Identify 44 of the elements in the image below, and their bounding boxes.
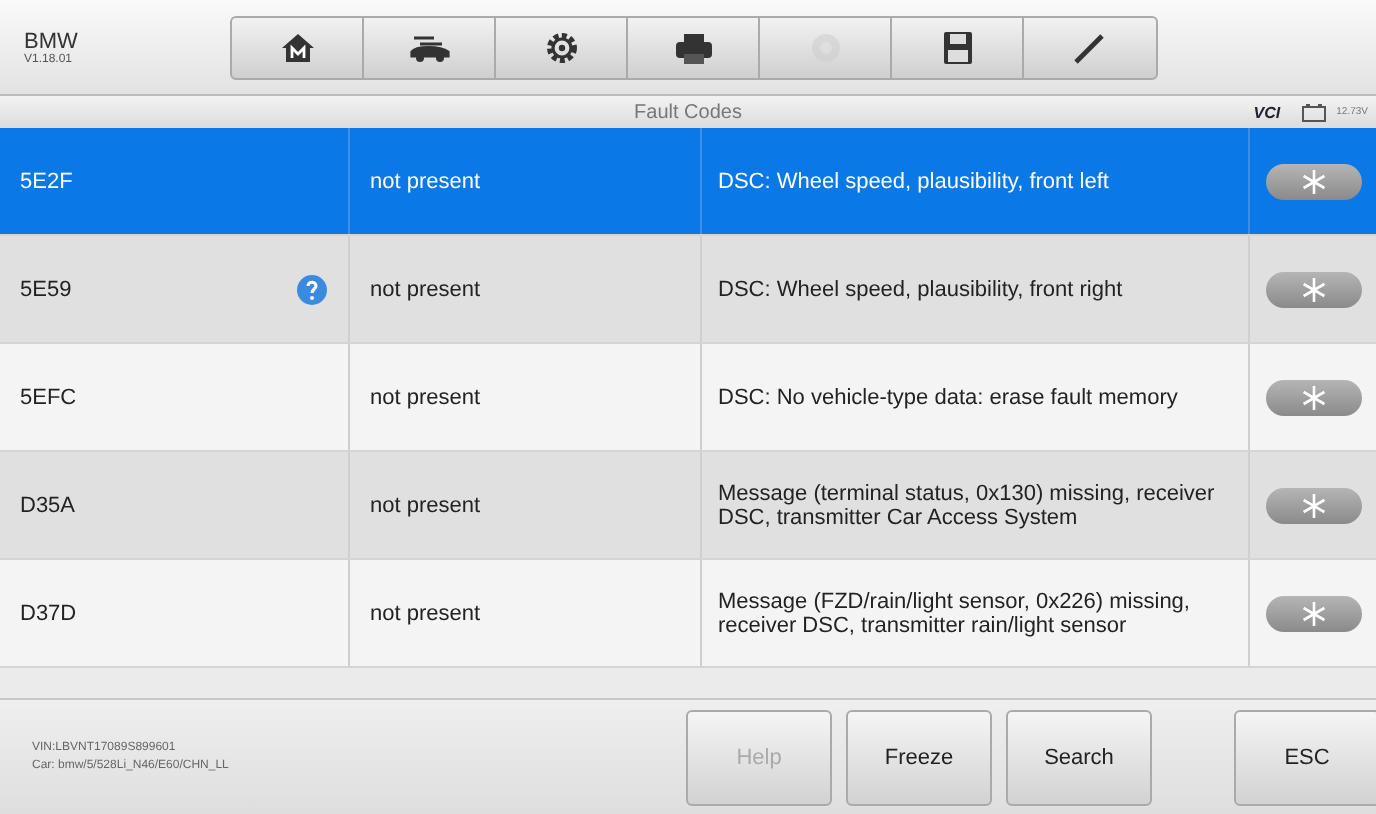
freeze-frame-button[interactable] (1265, 487, 1361, 523)
vci-label: VCI (1253, 103, 1281, 121)
fault-row[interactable]: D35A not present Message (terminal status, 0x130) missing, receiver DSC, transmitter Car Access System (0, 452, 1376, 560)
fault-code: D37D (20, 601, 77, 625)
fault-description: DSC: Wheel speed, plausibility, front right (718, 277, 1123, 301)
help-icon[interactable] (296, 273, 328, 305)
fault-code: 5E2F (20, 169, 73, 193)
fault-status: not present (370, 493, 481, 517)
freeze-frame-button[interactable] (1265, 163, 1361, 199)
fault-row[interactable]: 5E2F not present DSC: Wheel speed, plausibility, front left (0, 128, 1376, 236)
home-icon (279, 29, 315, 65)
fault-row[interactable]: 5E59 not present DSC: Wheel speed, plausibility, front right (0, 236, 1376, 344)
fault-code: D35A (20, 493, 76, 517)
fault-status: not present (370, 169, 481, 193)
freeze-frame-button[interactable] (1265, 271, 1361, 307)
fault-row[interactable]: 5EFC not present DSC: No vehicle-type data: erase fault memory (0, 344, 1376, 452)
freeze-frame-button[interactable] (1265, 379, 1361, 415)
snowflake-icon (1301, 385, 1325, 409)
fault-status: not present (370, 385, 481, 409)
battery-icon (1302, 103, 1327, 121)
page-title: Fault Codes (634, 101, 742, 123)
footer-button[interactable]: Search (1006, 709, 1152, 805)
footer-button[interactable]: ESC (1234, 709, 1376, 805)
fault-description: DSC: Wheel speed, plausibility, front left (718, 169, 1109, 193)
fault-description: Message (terminal status, 0x130) missing, receiver DSC, transmitter Car Access System (718, 481, 1217, 529)
snowflake-icon (1301, 277, 1325, 301)
settings-icon (543, 29, 579, 65)
fault-status: not present (370, 601, 481, 625)
pen-icon (1072, 29, 1108, 65)
snowflake-icon (1301, 601, 1325, 625)
save-icon (941, 29, 973, 65)
fault-code: 5E59 (20, 277, 72, 301)
disc-icon (807, 29, 843, 65)
snowflake-icon (1301, 493, 1325, 517)
brand-name: BMW (24, 29, 80, 53)
fault-row[interactable]: D37D not present Message (FZD/rain/light sensor, 0x226) missing, receiver DSC, transmitter rain/light sensor (0, 560, 1376, 668)
fault-status: not present (370, 277, 481, 301)
freeze-frame-button[interactable] (1265, 595, 1361, 631)
fault-description: DSC: No vehicle-type data: erase fault memory (718, 385, 1178, 409)
fault-description: Message (FZD/rain/light sensor, 0x226) missing, receiver DSC, transmitter rain/light sensor (718, 589, 1192, 637)
snowflake-icon (1301, 169, 1325, 193)
printer-icon (673, 29, 713, 65)
fault-code: 5EFC (20, 385, 77, 409)
footer-button[interactable]: Freeze (846, 709, 992, 805)
